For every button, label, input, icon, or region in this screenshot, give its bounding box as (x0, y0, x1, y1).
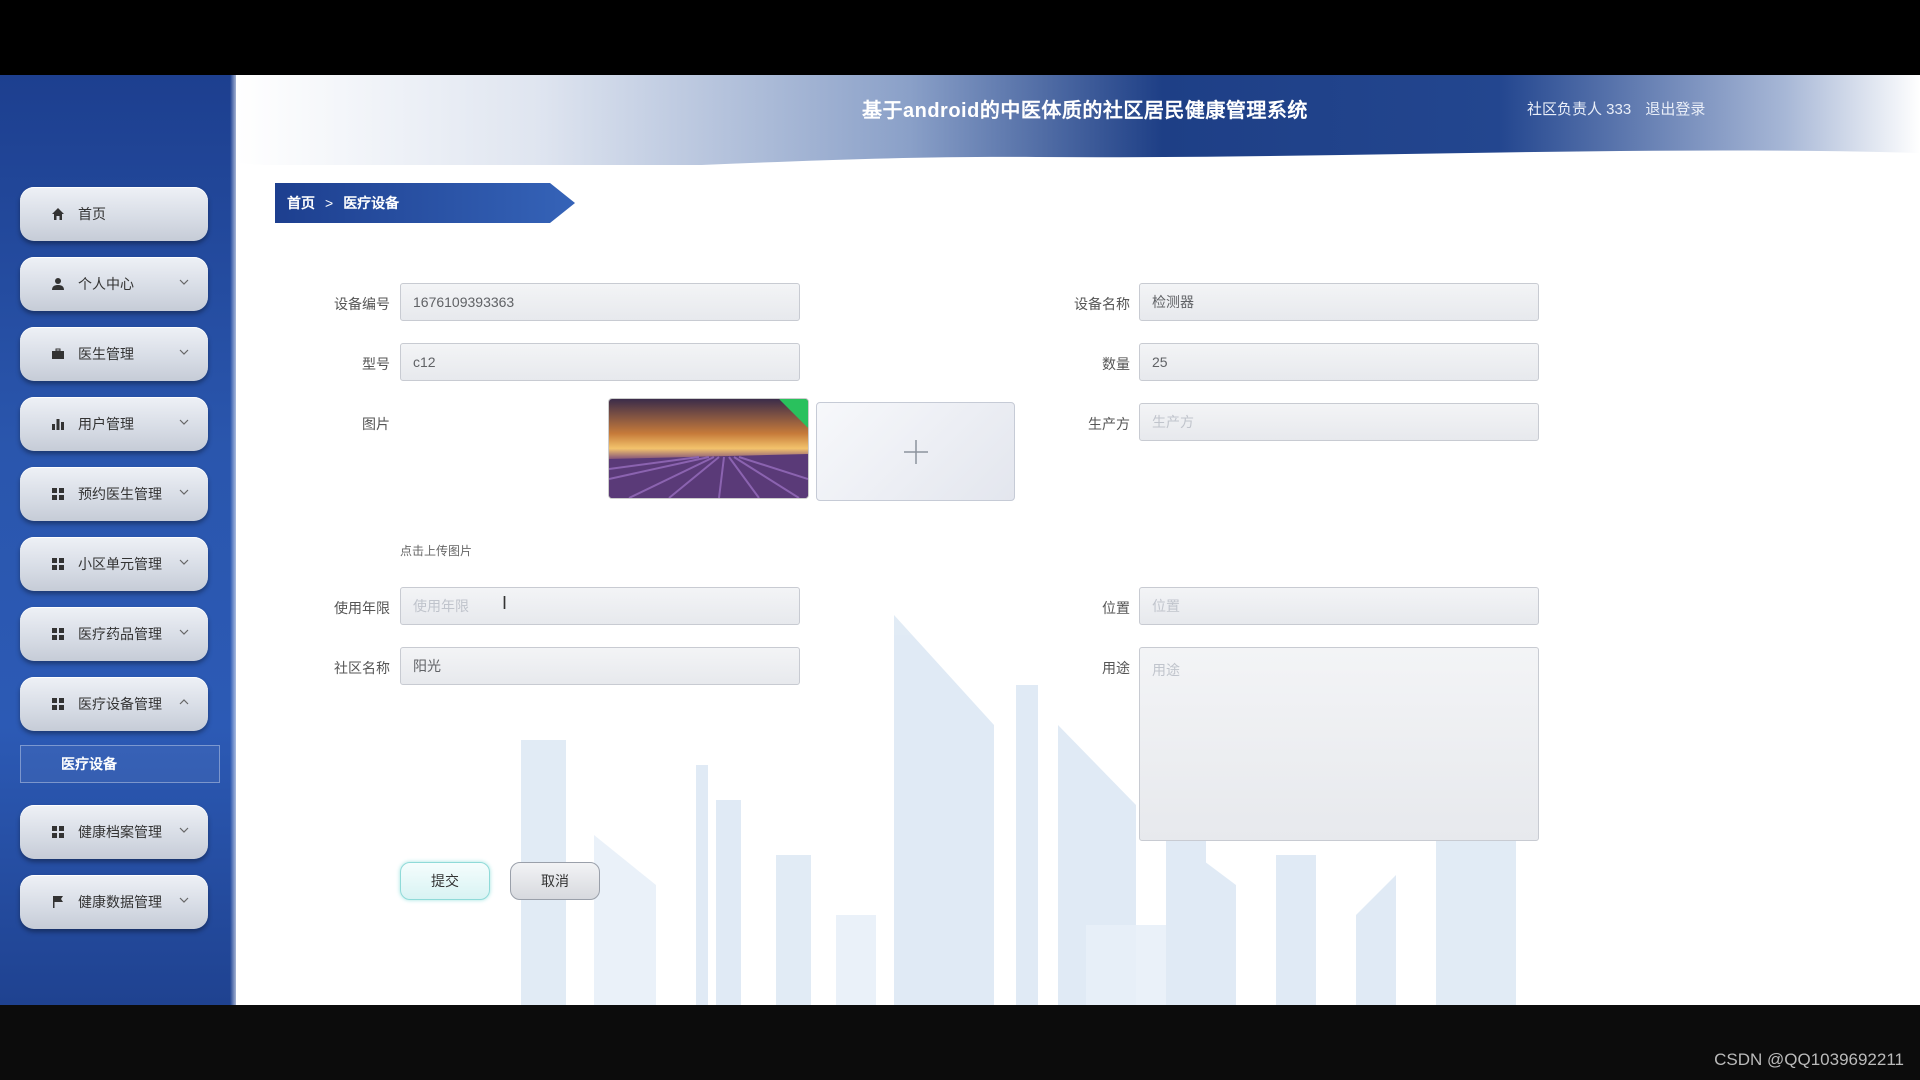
home-icon (50, 206, 66, 222)
sidebar-item-label: 小区单元管理 (78, 556, 162, 572)
model-label: 型号 (362, 356, 390, 372)
device-name-label: 设备名称 (1074, 296, 1130, 312)
chevron-down-icon (179, 419, 189, 425)
sidebar-subitem-medical-equipment[interactable]: 医疗设备 (20, 745, 220, 783)
chevron-down-icon (179, 559, 189, 565)
chevron-down-icon (179, 629, 189, 635)
sidebar: 首页 个人中心 医生管理 用户管理 预约医生管理 小区单元管理 医疗药品管理 医… (0, 75, 236, 1005)
sidebar-item-health-records-management[interactable]: 健康档案管理 (20, 805, 208, 859)
device-name-input[interactable]: 检测器 (1139, 283, 1539, 321)
sidebar-item-medicine-management[interactable]: 医疗药品管理 (20, 607, 208, 661)
quantity-input[interactable]: 25 (1139, 343, 1539, 381)
sidebar-item-appointment-management[interactable]: 预约医生管理 (20, 467, 208, 521)
screen-bottom-letterbox (0, 1005, 1920, 1080)
chevron-down-icon (179, 349, 189, 355)
app-window: 首页 个人中心 医生管理 用户管理 预约医生管理 小区单元管理 医疗药品管理 医… (0, 75, 1920, 1005)
breadcrumb-home-link[interactable]: 首页 (287, 195, 315, 211)
plus-icon (903, 439, 928, 464)
device-no-label: 设备编号 (334, 296, 390, 312)
sidebar-item-label: 预约医生管理 (78, 486, 162, 502)
sidebar-item-health-data-management[interactable]: 健康数据管理 (20, 875, 208, 929)
watermark-text: CSDN @QQ1039692211 (1714, 1050, 1904, 1069)
upload-hint-text: 点击上传图片 (400, 544, 473, 558)
sidebar-item-label: 健康档案管理 (78, 824, 162, 840)
grid-icon (50, 626, 66, 642)
service-life-input[interactable]: 使用年限 (400, 587, 800, 625)
chevron-up-icon (179, 699, 189, 705)
user-role-label: 社区负责人 333 (1527, 101, 1632, 118)
bar-chart-icon (50, 416, 66, 432)
breadcrumb: 首页 > 医疗设备 (275, 183, 575, 223)
page-title: 基于android的中医体质的社区居民健康管理系统 (862, 100, 1308, 122)
sidebar-item-doctor-management[interactable]: 医生管理 (20, 327, 208, 381)
uploaded-image-thumbnail[interactable] (608, 398, 809, 499)
usage-label: 用途 (1102, 660, 1130, 676)
breadcrumb-current: 医疗设备 (343, 195, 400, 211)
sidebar-item-label: 医生管理 (78, 346, 134, 362)
screen-top-letterbox (0, 0, 1920, 75)
usage-textarea[interactable]: 用途 (1139, 647, 1539, 841)
location-input[interactable]: 位置 (1139, 587, 1539, 625)
grid-icon (50, 824, 66, 840)
sidebar-item-label: 健康数据管理 (78, 894, 162, 910)
sidebar-item-label: 首页 (78, 206, 106, 222)
user-icon (50, 276, 66, 292)
grid-icon (50, 696, 66, 712)
sidebar-item-equipment-management[interactable]: 医疗设备管理 (20, 677, 208, 731)
chevron-down-icon (179, 279, 189, 285)
cancel-button[interactable]: 取消 (510, 862, 600, 900)
community-name-label: 社区名称 (334, 660, 390, 676)
grid-icon (50, 556, 66, 572)
sidebar-item-user-management[interactable]: 用户管理 (20, 397, 208, 451)
quantity-label: 数量 (1102, 356, 1130, 372)
manufacturer-input[interactable]: 生产方 (1139, 403, 1539, 441)
manufacturer-label: 生产方 (1088, 416, 1130, 432)
briefcase-icon (50, 346, 66, 362)
chevron-down-icon (179, 897, 189, 903)
service-life-label: 使用年限 (334, 600, 390, 616)
header-wave-decoration (236, 150, 1920, 185)
flag-icon (50, 894, 66, 910)
model-input[interactable]: c12 (400, 343, 800, 381)
breadcrumb-separator: > (325, 195, 334, 211)
sidebar-item-home[interactable]: 首页 (20, 187, 208, 241)
community-name-input[interactable]: 阳光 (400, 647, 800, 685)
sidebar-item-community-unit-management[interactable]: 小区单元管理 (20, 537, 208, 591)
chevron-down-icon (179, 489, 189, 495)
image-label: 图片 (362, 416, 390, 432)
sidebar-item-personal-center[interactable]: 个人中心 (20, 257, 208, 311)
header-user-area: 社区负责人 333 退出登录 (1527, 98, 1715, 119)
location-label: 位置 (1102, 600, 1130, 616)
sidebar-item-label: 用户管理 (78, 416, 134, 432)
chevron-down-icon (179, 827, 189, 833)
sidebar-item-label: 医疗药品管理 (78, 626, 162, 642)
text-cursor-icon: I (502, 593, 508, 613)
device-no-input[interactable]: 1676109393363 (400, 283, 800, 321)
grid-icon (50, 486, 66, 502)
logout-link[interactable]: 退出登录 (1645, 101, 1705, 118)
sidebar-item-label: 医疗设备管理 (78, 696, 162, 712)
sidebar-item-label: 个人中心 (78, 276, 134, 292)
submit-button[interactable]: 提交 (400, 862, 490, 900)
image-upload-button[interactable] (816, 402, 1015, 501)
